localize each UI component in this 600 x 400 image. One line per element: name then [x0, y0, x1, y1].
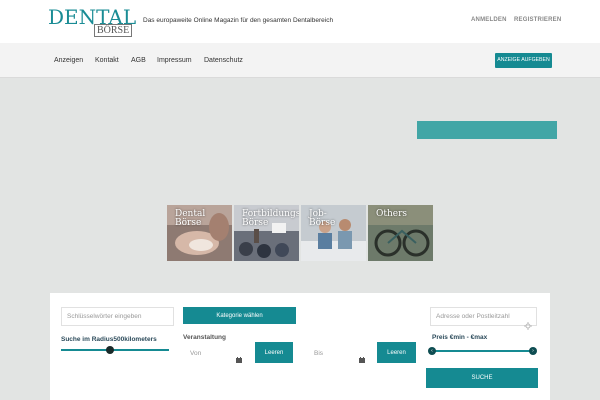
price-slider-track[interactable]: [431, 350, 536, 352]
price-label: Preis €min - €max: [432, 334, 488, 341]
nav-item-kontakt[interactable]: Kontakt: [95, 57, 119, 64]
category-fortbildungs-boerse[interactable]: Fortbildungs Börse: [234, 205, 299, 261]
tagline: Das europaweite Online Magazin für den g…: [143, 17, 334, 24]
search-button[interactable]: SUCHE: [426, 368, 538, 388]
clear-to-button[interactable]: Leeren: [377, 342, 416, 363]
register-link[interactable]: REGISTRIEREN: [514, 17, 561, 23]
main-nav: Anzeigen Kontakt AGB Impressum Datenschu…: [0, 43, 600, 78]
from-placeholder: Von: [190, 349, 202, 357]
category-label: Dental Börse: [175, 209, 206, 228]
category-label: Others: [376, 209, 408, 219]
category-others[interactable]: Others: [368, 205, 433, 261]
search-panel: Schlüsselwörter eingeben Kategorie wähle…: [50, 293, 550, 400]
calendar-icon[interactable]: [359, 357, 365, 363]
category-select-button[interactable]: Kategorie wählen: [183, 307, 296, 324]
top-header: DENTAL BÖRSE Das europaweite Online Maga…: [0, 0, 600, 43]
nav-item-agb[interactable]: AGB: [131, 57, 146, 64]
place-ad-button[interactable]: ANZEIGE AUFGEBEN: [495, 53, 552, 68]
category-dental-boerse[interactable]: Dental Börse: [167, 205, 232, 261]
address-placeholder: Adresse oder Postleitzahl: [436, 313, 510, 320]
category-label: Fortbildungs Börse: [242, 209, 299, 228]
to-placeholder: Bis: [314, 349, 324, 357]
price-max-handle[interactable]: ›: [529, 347, 537, 355]
radius-label: Suche im Radius500kilometers: [61, 336, 157, 343]
nav-item-anzeigen[interactable]: Anzeigen: [54, 57, 83, 64]
radius-slider-handle[interactable]: [106, 346, 114, 354]
radius-slider-track[interactable]: [61, 349, 169, 351]
keyword-placeholder: Schlüsselwörter eingeben: [67, 313, 142, 320]
keyword-input[interactable]: Schlüsselwörter eingeben: [61, 307, 174, 326]
nav-item-datenschutz[interactable]: Datenschutz: [204, 57, 243, 64]
price-min-handle[interactable]: ‹: [428, 347, 436, 355]
category-tiles: Dental Börse Fortbildungs Börse Job- Bör…: [167, 205, 434, 261]
event-label: Veranstaltung: [183, 334, 226, 341]
locate-icon[interactable]: [524, 322, 532, 330]
logo-sub-text: BÖRSE: [94, 24, 133, 37]
address-input[interactable]: Adresse oder Postleitzahl: [430, 307, 537, 326]
category-label: Job- Börse: [309, 209, 336, 228]
login-link[interactable]: ANMELDEN: [471, 17, 507, 23]
calendar-icon[interactable]: [236, 357, 242, 363]
hero-banner-bar: [417, 121, 557, 139]
logo[interactable]: DENTAL BÖRSE: [48, 6, 140, 37]
nav-item-impressum[interactable]: Impressum: [157, 57, 192, 64]
category-job-boerse[interactable]: Job- Börse: [301, 205, 366, 261]
clear-from-button[interactable]: Leeren: [255, 342, 293, 363]
